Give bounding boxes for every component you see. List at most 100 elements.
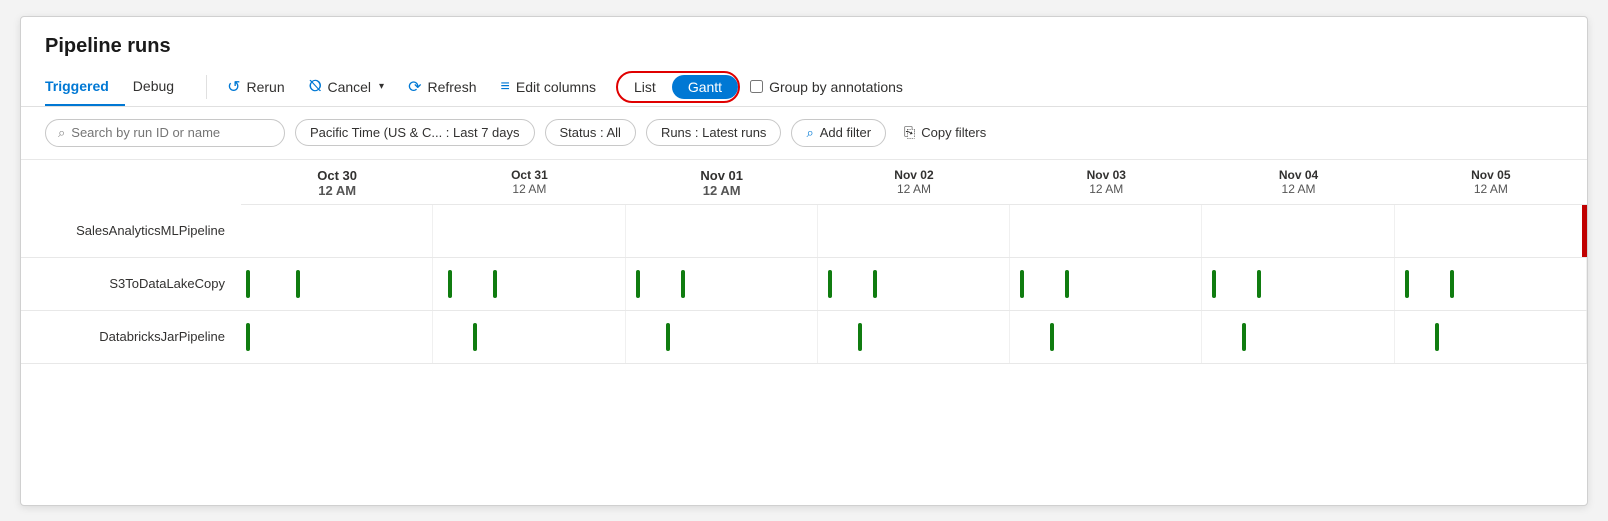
gantt-col-header-0: Oct 30 12 AM xyxy=(241,168,433,198)
gantt-col-header-6: Nov 05 12 AM xyxy=(1395,168,1587,198)
rerun-icon: ↺ xyxy=(227,77,240,97)
time-filter-label: Pacific Time (US & C... : Last 7 days xyxy=(310,125,520,140)
group-by-section: Group by annotations xyxy=(750,79,903,95)
gantt-cell-1-3 xyxy=(818,258,1010,310)
gantt-cell-0-3 xyxy=(818,205,1010,257)
refresh-icon: ⟳ xyxy=(408,77,421,97)
edit-columns-icon: ≡ xyxy=(501,78,510,96)
green-bar xyxy=(681,270,685,298)
green-bar xyxy=(858,323,862,351)
green-bar xyxy=(1050,323,1054,351)
cancel-button[interactable]: ⦰ Cancel ▾ xyxy=(297,72,396,102)
group-by-label: Group by annotations xyxy=(769,79,903,95)
copy-filters-label: Copy filters xyxy=(921,125,986,140)
runs-filter-pill[interactable]: Runs : Latest runs xyxy=(646,119,782,146)
group-by-checkbox[interactable] xyxy=(750,80,763,93)
gantt-cell-1-2 xyxy=(626,258,818,310)
gantt-row-body-2 xyxy=(241,311,1587,363)
gantt-cell-0-4 xyxy=(1010,205,1202,257)
page-title: Pipeline runs xyxy=(21,17,1587,68)
green-bar xyxy=(1212,270,1216,298)
green-bar xyxy=(1435,323,1439,351)
green-bar xyxy=(296,270,300,298)
toolbar-divider xyxy=(206,75,207,99)
gantt-cell-0-1 xyxy=(433,205,625,257)
gantt-row-1: S3ToDataLakeCopy xyxy=(21,258,1587,311)
copy-filters-icon: ⎘ xyxy=(904,124,915,141)
green-bar xyxy=(1242,323,1246,351)
gantt-view-button[interactable]: Gantt xyxy=(672,75,738,99)
green-bar xyxy=(1257,270,1261,298)
gantt-row-0: SalesAnalyticsMLPipeline xyxy=(21,205,1587,258)
edit-columns-label: Edit columns xyxy=(516,79,596,95)
tab-triggered[interactable]: Triggered xyxy=(45,68,125,106)
status-filter-pill[interactable]: Status : All xyxy=(545,119,636,146)
copy-filters-button[interactable]: ⎘ Copy filters xyxy=(896,119,994,146)
gantt-cell-1-4 xyxy=(1010,258,1202,310)
gantt-col-header-3: Nov 02 12 AM xyxy=(818,168,1010,198)
gantt-area: Oct 30 12 AM Oct 31 12 AM Nov 01 12 AM N… xyxy=(21,160,1587,364)
gantt-cell-0-2 xyxy=(626,205,818,257)
filter-row: ⌕ Pacific Time (US & C... : Last 7 days … xyxy=(21,107,1587,160)
gantt-col-header-2: Nov 01 12 AM xyxy=(626,168,818,198)
search-icon: ⌕ xyxy=(58,125,65,141)
gantt-cell-2-2 xyxy=(626,311,818,363)
gantt-cell-0-6 xyxy=(1395,205,1587,257)
list-view-button[interactable]: List xyxy=(618,75,672,99)
gantt-cell-2-5 xyxy=(1202,311,1394,363)
gantt-row-label-0: SalesAnalyticsMLPipeline xyxy=(21,223,241,238)
gantt-cell-2-6 xyxy=(1395,311,1587,363)
search-input[interactable] xyxy=(71,125,251,140)
green-bar xyxy=(666,323,670,351)
gantt-cell-1-6 xyxy=(1395,258,1587,310)
green-bar xyxy=(1020,270,1024,298)
green-bar xyxy=(448,270,452,298)
green-bar xyxy=(493,270,497,298)
green-bar xyxy=(828,270,832,298)
green-bar xyxy=(873,270,877,298)
green-bar xyxy=(1405,270,1409,298)
add-filter-button[interactable]: ⌕ Add filter xyxy=(791,119,886,147)
green-bar xyxy=(246,323,250,351)
gantt-row-label-2: DatabricksJarPipeline xyxy=(21,329,241,344)
gantt-header: Oct 30 12 AM Oct 31 12 AM Nov 01 12 AM N… xyxy=(241,160,1587,205)
gantt-row-2: DatabricksJarPipeline xyxy=(21,311,1587,364)
main-window: Pipeline runs Triggered Debug ↺ Rerun ⦰ … xyxy=(20,16,1588,506)
green-bar xyxy=(1450,270,1454,298)
gantt-cell-1-1 xyxy=(433,258,625,310)
refresh-label: Refresh xyxy=(427,79,476,95)
gantt-cell-2-3 xyxy=(818,311,1010,363)
rerun-button[interactable]: ↺ Rerun xyxy=(215,71,297,103)
gantt-row-body-0 xyxy=(241,205,1587,257)
add-filter-icon: ⌕ xyxy=(806,125,813,141)
view-toggle: List Gantt xyxy=(616,71,740,103)
cancel-icon: ⦰ xyxy=(309,78,322,96)
rerun-label: Rerun xyxy=(246,79,284,95)
tab-debug[interactable]: Debug xyxy=(133,68,190,106)
time-filter-pill[interactable]: Pacific Time (US & C... : Last 7 days xyxy=(295,119,535,146)
gantt-col-header-1: Oct 31 12 AM xyxy=(433,168,625,198)
edit-columns-button[interactable]: ≡ Edit columns xyxy=(489,72,609,102)
gantt-row-label-1: S3ToDataLakeCopy xyxy=(21,276,241,291)
toolbar: Triggered Debug ↺ Rerun ⦰ Cancel ▾ ⟳ Ref… xyxy=(21,68,1587,107)
green-bar xyxy=(1065,270,1069,298)
refresh-button[interactable]: ⟳ Refresh xyxy=(396,71,488,103)
gantt-col-header-5: Nov 04 12 AM xyxy=(1202,168,1394,198)
gantt-cell-1-5 xyxy=(1202,258,1394,310)
green-bar xyxy=(636,270,640,298)
green-bar xyxy=(246,270,250,298)
gantt-cell-2-0 xyxy=(241,311,433,363)
red-status-marker xyxy=(1582,205,1587,257)
status-filter-label: Status : All xyxy=(560,125,621,140)
gantt-cell-2-4 xyxy=(1010,311,1202,363)
gantt-col-header-4: Nov 03 12 AM xyxy=(1010,168,1202,198)
search-box[interactable]: ⌕ xyxy=(45,119,285,147)
gantt-cell-1-0 xyxy=(241,258,433,310)
gantt-cell-0-5 xyxy=(1202,205,1394,257)
gantt-cell-0-0 xyxy=(241,205,433,257)
add-filter-label: Add filter xyxy=(820,125,871,140)
cancel-label: Cancel xyxy=(327,79,371,95)
gantt-row-body-1 xyxy=(241,258,1587,310)
gantt-cell-2-1 xyxy=(433,311,625,363)
runs-filter-label: Runs : Latest runs xyxy=(661,125,767,140)
